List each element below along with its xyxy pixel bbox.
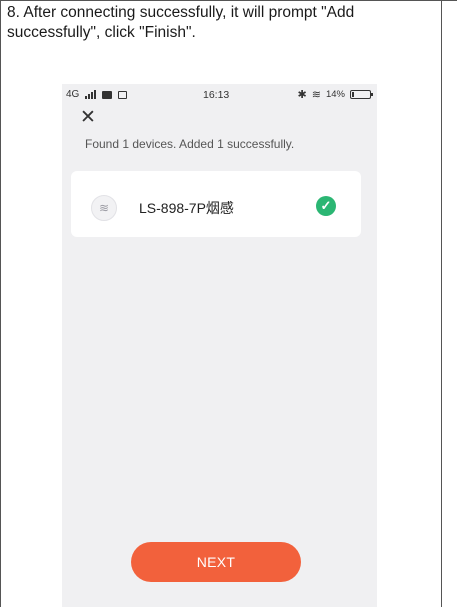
result-message: Found 1 devices. Added 1 successfully. [85,137,295,151]
status-left: 4G [66,89,128,100]
wifi-icon: ≋ [311,89,321,101]
status-bar: 4G 16:13 ✱ ≋ 14% [62,84,377,106]
document-border-top [0,0,457,1]
status-time: 16:13 [203,89,230,101]
photo-icon [118,90,128,99]
device-name: LS-898-7P烟感 [139,200,234,216]
device-card[interactable]: ≋ LS-898-7P烟感 ✓ [71,171,361,237]
signal-icon [85,90,97,99]
check-icon: ✓ [316,196,336,216]
status-right: ✱ ≋ 14% [297,88,373,101]
battery-fill [352,92,354,97]
instruction-text: 8. After connecting successfully, it wil… [7,4,355,41]
next-button[interactable]: NEXT [131,542,301,582]
battery-percent: 14% [325,89,345,100]
network-type: 4G [66,89,80,100]
battery-icon [350,90,373,99]
close-icon[interactable]: ✕ [78,108,98,128]
document-border-left [0,0,1,607]
smoke-detector-icon: ≋ [91,195,117,221]
bluetooth-icon: ✱ [297,89,307,101]
message-icon [102,90,113,99]
document-border-right [441,0,442,607]
phone-screenshot: 4G 16:13 ✱ ≋ 14% ✕ Found 1 devices. Adde… [62,84,377,607]
